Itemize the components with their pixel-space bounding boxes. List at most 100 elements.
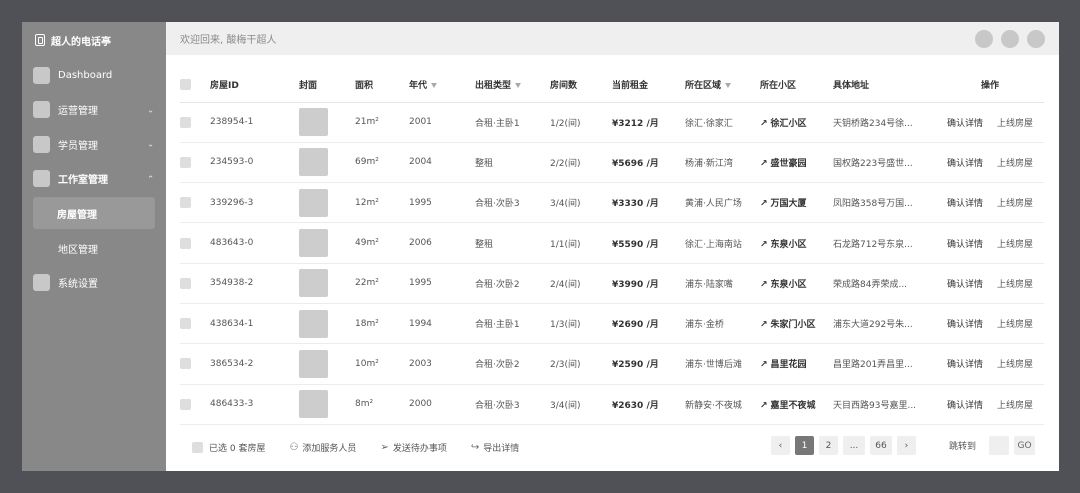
chevron-down-icon: ⌄	[147, 105, 154, 115]
region: 浦东·世博后滩	[685, 343, 760, 385]
sidebar-item-operations[interactable]: 运营管理 ⌄	[22, 93, 166, 128]
confirm-details-button[interactable]: 确认详情	[947, 280, 983, 290]
confirm-details-button[interactable]: 确认详情	[947, 119, 983, 129]
publish-house-button[interactable]: 上线房屋	[997, 240, 1033, 250]
export-button[interactable]: ↪ 导出详情	[471, 441, 519, 454]
table-row: 354938-2 22m² 1995 合租·次卧2 2/4(间) ¥3990 /月 浦东·陆…	[180, 263, 1044, 304]
page-button[interactable]: 66	[869, 436, 892, 455]
window-control-icon[interactable]	[1001, 30, 1019, 48]
community-name: 嘉里不夜城	[770, 400, 816, 411]
publish-house-button[interactable]: 上线房屋	[997, 159, 1033, 169]
sidebar-item-students[interactable]: 学员管理 ⌄	[22, 127, 166, 162]
table-footer: 已选 0 套房屋 ⚇ 添加服务人员 ➢ 发送待办事项 ↪ 导出详情 ‹ 1 2 ...…	[192, 436, 1035, 458]
address: 天目西路93号嘉里...	[833, 384, 936, 425]
sidebar-item-dashboard[interactable]: Dashboard	[22, 58, 166, 93]
jump-page-input[interactable]	[989, 436, 1009, 455]
publish-house-button[interactable]: 上线房屋	[997, 360, 1033, 370]
sidebar-item-studio[interactable]: 工作室管理 ⌃	[22, 162, 166, 197]
settings-icon	[33, 274, 50, 292]
row-checkbox[interactable]	[180, 277, 191, 289]
cover-image[interactable]	[299, 108, 328, 137]
confirm-details-button[interactable]: 确认详情	[947, 159, 983, 169]
page-button[interactable]: 1	[794, 436, 814, 455]
row-checkbox[interactable]	[180, 156, 191, 168]
publish-house-button[interactable]: 上线房屋	[997, 280, 1033, 290]
publish-house-button[interactable]: 上线房屋	[997, 119, 1033, 129]
house-area: 10m²	[355, 343, 409, 385]
logo-icon	[35, 34, 45, 46]
table-row: 483643-0 49m² 2006 整租 1/1(间) ¥5590 /月 徐汇·上海南站 ↗…	[180, 222, 1044, 264]
select-all-checkbox[interactable]	[180, 79, 191, 91]
cover-image[interactable]	[299, 390, 328, 419]
rent-type: 合租·次卧3	[475, 182, 550, 224]
cover-image[interactable]	[299, 229, 328, 258]
publish-house-button[interactable]: 上线房屋	[997, 199, 1033, 209]
row-checkbox[interactable]	[180, 197, 191, 209]
community-link[interactable]: ↗ 昌里花园	[760, 343, 833, 385]
cover-image[interactable]	[299, 148, 328, 177]
publish-house-button[interactable]: 上线房屋	[997, 401, 1033, 411]
community-link[interactable]: ↗ 盛世豪园	[760, 142, 833, 184]
arrow-up-right-icon: ↗	[760, 320, 768, 331]
table-row: 438634-1 18m² 1994 合租·主卧1 1/3(间) ¥2690 /月 浦东·金…	[180, 303, 1044, 345]
window-control-icon[interactable]	[975, 30, 993, 48]
room-count: 1/3(间)	[550, 303, 612, 345]
welcome-text: 欢迎回来, 酸梅干超人	[180, 35, 277, 46]
room-count: 2/2(间)	[550, 142, 612, 184]
app-window: 超人的电话亭 Dashboard 运营管理 ⌄ 学员管理 ⌄ 工作室管理 ⌃ 房…	[22, 22, 1059, 471]
community-link[interactable]: ↗ 东泉小区	[760, 222, 833, 264]
column-header-type[interactable]: 出租类型	[475, 68, 550, 103]
community-link[interactable]: ↗ 徐汇小区	[760, 102, 833, 143]
row-checkbox[interactable]	[180, 116, 191, 128]
cover-image[interactable]	[299, 269, 328, 298]
row-checkbox[interactable]	[180, 358, 191, 370]
community-link[interactable]: ↗ 朱家门小区	[760, 303, 833, 345]
confirm-details-button[interactable]: 确认详情	[947, 401, 983, 411]
sidebar-subitem-houses[interactable]: 房屋管理	[33, 197, 155, 229]
filter-icon[interactable]	[431, 83, 438, 89]
house-area: 22m²	[355, 263, 409, 304]
row-checkbox[interactable]	[180, 398, 191, 410]
community-link[interactable]: ↗ 万国大厦	[760, 182, 833, 224]
house-id: 354938-2	[210, 263, 299, 304]
cover-image[interactable]	[299, 349, 328, 378]
sidebar-item-settings[interactable]: 系统设置	[22, 266, 166, 301]
community-link[interactable]: ↗ 嘉里不夜城	[760, 384, 833, 425]
column-header-area: 面积	[355, 68, 409, 103]
publish-house-button[interactable]: 上线房屋	[997, 320, 1033, 330]
brand: 超人的电话亭	[22, 22, 166, 58]
row-checkbox[interactable]	[180, 237, 191, 249]
sidebar-nav: Dashboard 运营管理 ⌄ 学员管理 ⌄ 工作室管理 ⌃ 房屋管理 地区管…	[22, 58, 166, 300]
community-name: 昌里花园	[770, 360, 807, 371]
sidebar-subitem-regions[interactable]: 地区管理	[22, 231, 166, 266]
cover-image[interactable]	[299, 188, 328, 217]
operations-icon	[33, 101, 50, 119]
students-icon	[33, 135, 50, 153]
confirm-details-button[interactable]: 确认详情	[947, 360, 983, 370]
community-link[interactable]: ↗ 东泉小区	[760, 263, 833, 304]
share-icon: ↪	[470, 441, 480, 453]
select-all-footer-checkbox[interactable]	[192, 441, 203, 453]
confirm-details-button[interactable]: 确认详情	[947, 199, 983, 209]
prev-page-button[interactable]: ‹	[770, 436, 790, 455]
window-control-icon[interactable]	[1027, 30, 1045, 48]
column-header-year[interactable]: 年代	[409, 68, 475, 103]
action-label: 发送待办事项	[392, 443, 447, 454]
confirm-details-button[interactable]: 确认详情	[947, 320, 983, 330]
house-table: 房屋ID 封面 面积 年代 出租类型 房间数 当前租金 所在区域 所在小区 具体…	[180, 68, 1044, 425]
row-checkbox[interactable]	[180, 318, 191, 330]
filter-icon[interactable]	[725, 83, 732, 89]
next-page-button[interactable]: ›	[896, 436, 916, 455]
add-staff-button[interactable]: ⚇ 添加服务人员	[289, 441, 356, 454]
send-todo-button[interactable]: ➢ 发送待办事项	[380, 441, 446, 454]
address: 昌里路201弄昌里...	[833, 343, 936, 385]
chevron-up-icon: ⌃	[147, 174, 154, 184]
region: 黄浦·人民广场	[685, 182, 760, 224]
filter-icon[interactable]	[515, 83, 522, 89]
region: 浦东·陆家嘴	[685, 263, 760, 304]
cover-image[interactable]	[299, 309, 328, 338]
page-button[interactable]: 2	[818, 436, 838, 455]
go-button[interactable]: GO	[1014, 436, 1035, 455]
column-header-region[interactable]: 所在区域	[685, 68, 760, 103]
confirm-details-button[interactable]: 确认详情	[947, 240, 983, 250]
